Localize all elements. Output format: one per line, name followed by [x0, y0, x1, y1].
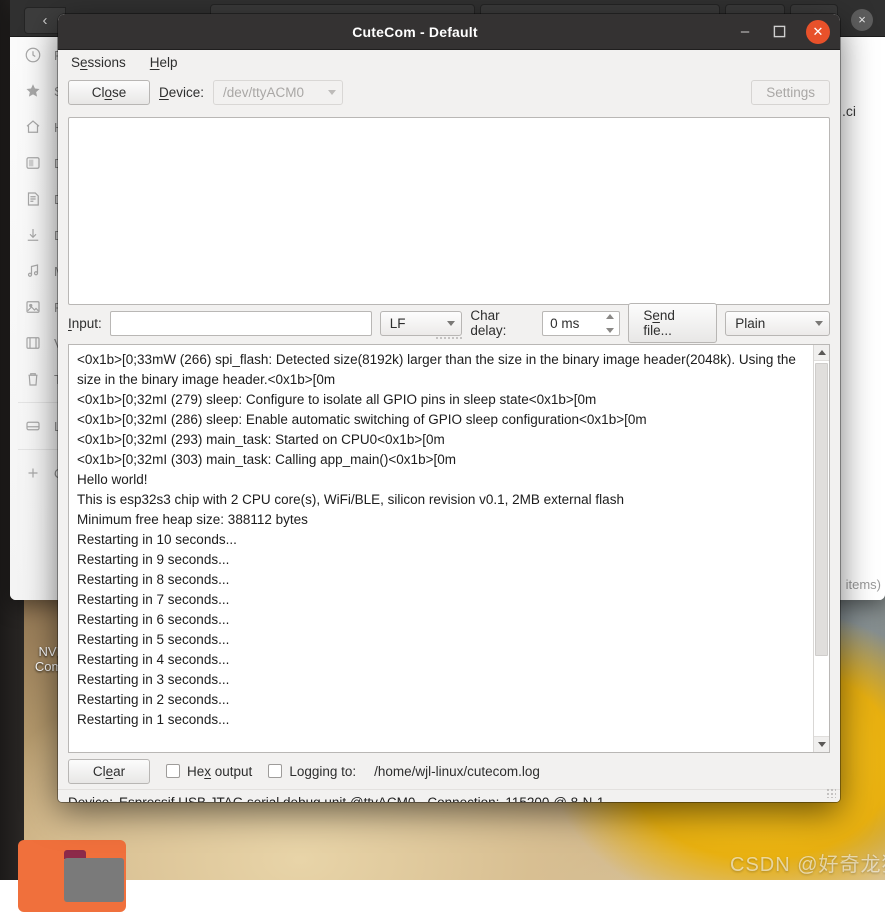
background-path-fragment: .ci — [842, 103, 856, 119]
music-icon — [24, 262, 42, 280]
log-line: Restarting in 1 seconds... — [77, 710, 806, 730]
logging-to-checkbox-wrap[interactable]: Logging to: — [268, 764, 356, 779]
log-path-label: /home/wjl-linux/cutecom.log — [374, 764, 540, 779]
cutecom-titlebar[interactable]: CuteCom - Default – ✕ — [58, 14, 840, 50]
statusbar-device-label: Device: — [68, 795, 113, 802]
picture-icon — [24, 298, 42, 316]
statusbar-connection-value: 115200 @ 8-N-1 — [505, 795, 604, 802]
cutecom-window[interactable]: CuteCom - Default – ✕ Sessions Help Clos… — [58, 14, 840, 802]
toolbar[interactable]: Close Device: /dev/ttyACM0 Settings — [58, 75, 840, 109]
scrollbar-track[interactable] — [814, 361, 829, 736]
maximize-button[interactable] — [762, 14, 796, 50]
spinner-up-icon[interactable] — [606, 314, 614, 319]
chevron-down-icon — [447, 321, 455, 326]
logging-to-checkbox[interactable] — [268, 764, 282, 778]
settings-button[interactable]: Settings — [751, 80, 830, 105]
trash-icon — [24, 370, 42, 388]
line-ending-value: LF — [390, 316, 406, 331]
log-line: Restarting in 5 seconds... — [77, 630, 806, 650]
close-icon: ✕ — [806, 20, 830, 44]
video-icon — [24, 334, 42, 352]
log-line: <0x1b>[0;32mI (303) main_task: Calling a… — [77, 450, 806, 470]
background-close-button[interactable]: × — [851, 9, 873, 31]
close-button[interactable]: ✕ — [796, 14, 840, 50]
drive-icon — [24, 417, 42, 435]
spinner-arrows[interactable] — [603, 314, 616, 333]
device-combobox-value: /dev/ttyACM0 — [223, 85, 304, 100]
hex-output-label: Hex output — [187, 764, 252, 779]
scroll-up-button[interactable] — [814, 345, 829, 361]
download-icon — [24, 226, 42, 244]
input-label: Input: — [68, 316, 102, 331]
star-icon — [24, 82, 42, 100]
device-label: Device: — [159, 85, 204, 100]
plus-icon — [24, 464, 42, 482]
line-ending-combobox[interactable]: LF — [380, 311, 463, 336]
menu-sessions[interactable]: Sessions — [68, 54, 129, 71]
log-line: Restarting in 8 seconds... — [77, 570, 806, 590]
log-line: Restarting in 10 seconds... — [77, 530, 806, 550]
log-line: Restarting in 9 seconds... — [77, 550, 806, 570]
char-delay-label: Char delay: — [470, 308, 534, 338]
log-line: Restarting in 2 seconds... — [77, 690, 806, 710]
statusbar: Device: Espressif USB JTAG serial debug … — [58, 789, 840, 802]
resize-grip[interactable] — [826, 788, 836, 798]
log-scrollbar[interactable] — [813, 345, 829, 752]
scroll-down-button[interactable] — [814, 736, 829, 752]
log-line: Restarting in 3 seconds... — [77, 670, 806, 690]
log-line: Restarting in 6 seconds... — [77, 610, 806, 630]
logging-to-label: Logging to: — [289, 764, 356, 779]
log-line: <0x1b>[0;32mI (279) sleep: Configure to … — [77, 390, 806, 410]
window-title: CuteCom - Default — [102, 24, 728, 40]
hex-output-checkbox-wrap[interactable]: Hex output — [166, 764, 252, 779]
desktop-icon — [24, 154, 42, 172]
menu-help[interactable]: Help — [147, 54, 181, 71]
log-line: This is esp32s3 chip with 2 CPU core(s),… — [77, 490, 806, 510]
char-delay-spinner[interactable]: 0 ms — [542, 311, 620, 336]
log-output-panel[interactable]: <0x1b>[0;33mW (266) spi_flash: Detected … — [68, 344, 830, 753]
hex-output-checkbox[interactable] — [166, 764, 180, 778]
input-row[interactable]: Input: LF Char delay: 0 ms Send file... … — [58, 307, 840, 339]
home-icon — [24, 118, 42, 136]
device-combobox[interactable]: /dev/ttyACM0 — [213, 80, 343, 105]
maximize-icon — [773, 25, 786, 38]
log-line: <0x1b>[0;32mI (286) sleep: Enable automa… — [77, 410, 806, 430]
chevron-down-icon — [328, 90, 336, 95]
char-delay-value: 0 ms — [550, 316, 579, 331]
send-format-value: Plain — [735, 316, 765, 331]
send-file-button[interactable]: Send file... — [628, 303, 717, 343]
triangle-up-icon — [818, 350, 826, 355]
log-line: Restarting in 7 seconds... — [77, 590, 806, 610]
minimize-button[interactable]: – — [728, 14, 762, 50]
menubar[interactable]: Sessions Help — [58, 50, 840, 75]
background-status-label: items) — [846, 577, 881, 592]
close-session-button[interactable]: Close — [68, 80, 150, 105]
spinner-down-icon[interactable] — [606, 328, 614, 333]
csdn-watermark: CSDN @好奇龙猫 — [730, 848, 885, 877]
log-line: <0x1b>[0;32mI (293) main_task: Started o… — [77, 430, 806, 450]
log-line: <0x1b>[0;33mW (266) spi_flash: Detected … — [77, 350, 806, 390]
clear-button[interactable]: Clear — [68, 759, 150, 784]
clock-icon — [24, 46, 42, 64]
document-icon — [24, 190, 42, 208]
chevron-down-icon — [815, 321, 823, 326]
log-line: Hello world! — [77, 470, 806, 490]
log-line: Restarting in 4 seconds... — [77, 650, 806, 670]
folder-body-icon — [64, 858, 124, 902]
splitter-grip[interactable] — [435, 336, 463, 341]
scrollbar-thumb[interactable] — [815, 363, 828, 656]
log-line: Minimum free heap size: 388112 bytes — [77, 510, 806, 530]
bottom-row[interactable]: Clear Hex output Logging to: /home/wjl-l… — [58, 755, 840, 787]
input-field[interactable] — [110, 311, 372, 336]
desktop-icon-folder-orange[interactable] — [18, 840, 126, 912]
main-output-area[interactable] — [68, 117, 830, 305]
statusbar-device-value: Espressif USB JTAG serial debug unit @tt… — [119, 795, 415, 802]
log-output[interactable]: <0x1b>[0;33mW (266) spi_flash: Detected … — [69, 345, 813, 752]
triangle-down-icon — [818, 742, 826, 747]
statusbar-connection-label: Connection: — [427, 795, 499, 802]
send-format-combobox[interactable]: Plain — [725, 311, 830, 336]
